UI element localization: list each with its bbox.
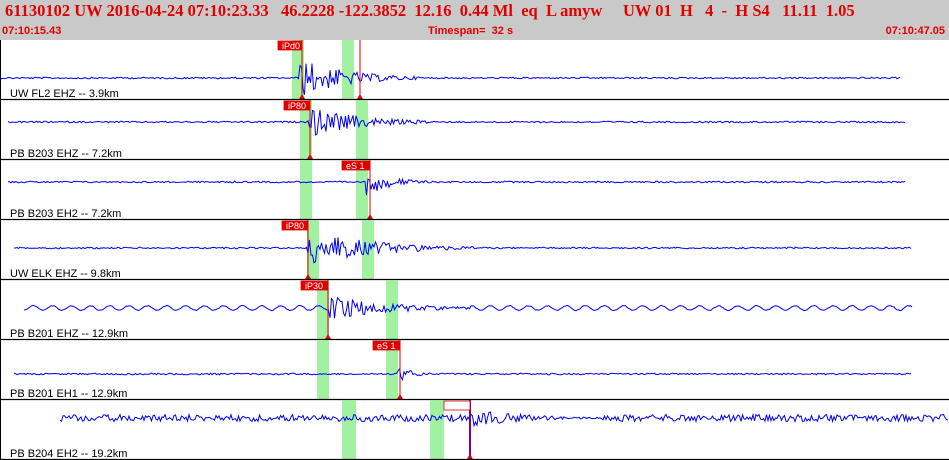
pick-label: eS 1	[346, 161, 365, 171]
start-time: 07:10:15.43	[2, 25, 62, 37]
waveform	[0, 63, 901, 95]
seismogram-panel[interactable]: iPd0 UW FL2 EHZ -- 3.9km iP80 PB B203 EHZ -…	[0, 40, 949, 460]
trace-row[interactable]: iPd0 UW FL2 EHZ -- 3.9km	[0, 40, 949, 101]
waveform	[7, 177, 906, 196]
waveform	[7, 109, 906, 136]
pick-window	[300, 160, 312, 220]
pick-window	[317, 340, 329, 400]
pick-window	[342, 40, 354, 100]
trace-row[interactable]: iP80 UW ELK EHZ -- 9.8km	[0, 220, 949, 281]
trace-label: UW ELK EHZ -- 9.8km	[10, 268, 121, 280]
pick-triangle-icon	[357, 94, 363, 99]
waveform	[13, 367, 912, 382]
trace-row[interactable]: iP30 PB B201 EHZ -- 12.9km	[0, 280, 949, 341]
timespan-readout: Timespan= 32 s	[428, 25, 514, 37]
event-title: 61130102 UW 2016-04-24 07:10:23.33 46.22…	[5, 1, 855, 20]
trace-label: PB B204 EH2 -- 19.2km	[10, 448, 127, 460]
event-header: 61130102 UW 2016-04-24 07:10:23.33 46.22…	[0, 0, 949, 40]
trace-row[interactable]: iP80 PB B203 EHZ -- 7.2km	[0, 100, 949, 161]
pick-label: iP80	[286, 221, 304, 231]
end-time: 07:10:47.05	[885, 25, 945, 37]
waveform	[23, 296, 913, 319]
trace-row[interactable]: eS 1 PB B201 EH1 -- 12.9km	[0, 340, 949, 401]
pick-triangle-icon	[467, 454, 473, 459]
trace-label: PB B203 EH2 -- 7.2km	[10, 208, 121, 220]
waveform	[59, 411, 949, 428]
trace-row[interactable]: eS 1 PB B203 EH2 -- 7.2km	[0, 160, 949, 221]
trace-row[interactable]: eS 2 PB B204 EH2 -- 19.2km	[0, 400, 949, 460]
pick-window	[342, 400, 356, 460]
pick-window	[430, 400, 444, 460]
pick-label: iPd0	[282, 41, 300, 51]
trace-label: UW FL2 EHZ -- 3.9km	[10, 88, 119, 100]
pick-label: eS 1	[377, 341, 396, 351]
trace-label: PB B201 EHZ -- 12.9km	[10, 328, 128, 340]
pick-label: iP30	[305, 281, 323, 291]
trace-label: PB B203 EHZ -- 7.2km	[10, 148, 122, 160]
pick-window	[356, 100, 368, 160]
pick-label: eS 2	[448, 401, 467, 411]
trace-label: PB B201 EH1 -- 12.9km	[10, 388, 127, 400]
waveform	[14, 237, 912, 264]
pick-label: iP80	[288, 101, 306, 111]
